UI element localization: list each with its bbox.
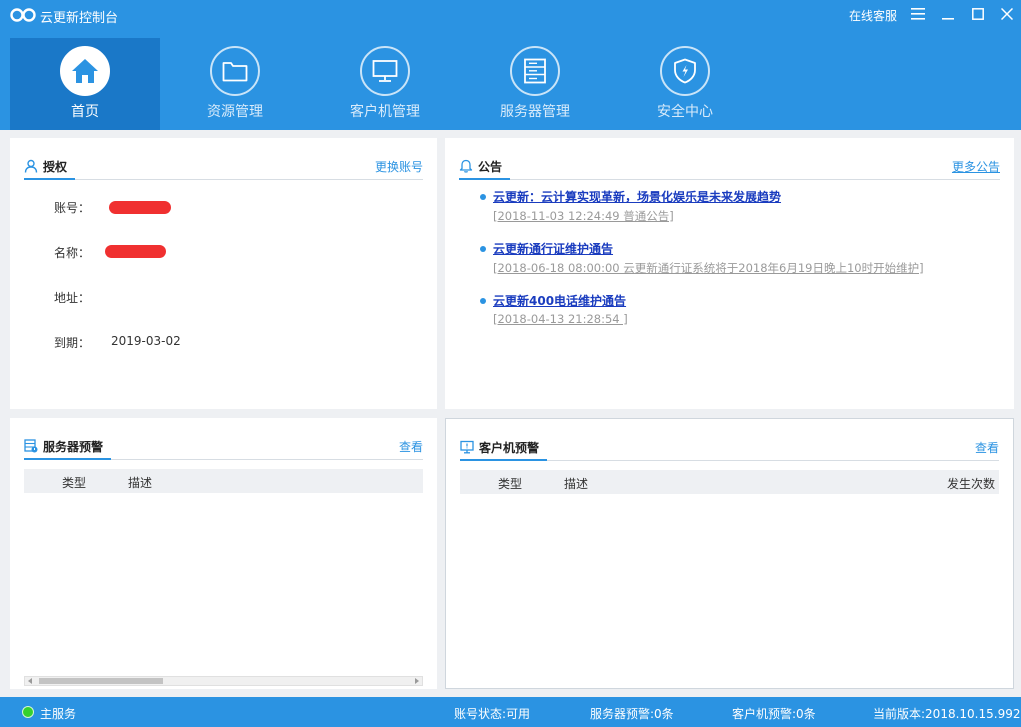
bell-icon	[459, 159, 473, 173]
monitor-icon	[372, 60, 398, 82]
notice-item[interactable]: 云更新通行证维护通告 [2018-06-18 08:00:00 云更新通行证系统…	[480, 240, 924, 276]
name-label: 名称：	[54, 246, 91, 260]
server-alerts-title: 服务器预警	[24, 434, 112, 460]
account-value-redacted	[109, 201, 171, 214]
notice-meta[interactable]: [2018-11-03 12:24:49 普通公告]	[493, 208, 781, 224]
status-bar: 主服务 账号状态:可用 服务器预警:0条 客户机预警:0条 当前版本:2018.…	[0, 697, 1021, 727]
nav-home[interactable]: 首页	[10, 38, 160, 130]
app-header: 云更新控制台 在线客服 首页 资源管理 客户机管理 服务器管理 安全中心	[0, 0, 1021, 130]
notice-panel-title: 公告	[459, 154, 511, 180]
column-header-occurrences[interactable]: 发生次数	[947, 475, 995, 492]
scrollbar-thumb[interactable]	[39, 678, 163, 684]
server-alerts-table-header: 类型 描述	[24, 469, 423, 493]
folder-icon	[222, 62, 248, 82]
nav-security-label: 安全中心	[657, 104, 713, 120]
maximize-button[interactable]	[966, 3, 990, 25]
menu-button[interactable]	[906, 3, 930, 25]
notice-item[interactable]: 云更新400电话维护通告 [2018-04-13 21:28:54 ]	[480, 292, 628, 326]
notice-meta[interactable]: [2018-04-13 21:28:54 ]	[493, 312, 628, 326]
app-logo-icon	[10, 8, 36, 22]
user-icon	[24, 159, 38, 173]
nav-servers[interactable]: 服务器管理	[460, 38, 610, 130]
view-server-alerts-link[interactable]: 查看	[399, 438, 423, 455]
client-alerts-table-header: 类型 描述 发生次数	[460, 470, 999, 494]
current-version: 当前版本:2018.10.15.9929	[873, 707, 1021, 721]
auth-panel-title: 授权	[24, 154, 76, 180]
service-status-indicator-icon	[22, 706, 34, 718]
server-alert-icon	[24, 439, 38, 453]
column-header-type[interactable]: 类型	[62, 474, 86, 491]
column-header-type[interactable]: 类型	[498, 475, 522, 492]
address-label: 地址：	[54, 291, 91, 305]
auth-panel: 授权 更换账号 账号： 名称： 地址： 到期： 2019-03-02	[10, 138, 437, 409]
client-alerts-panel: 客户机预警 查看 类型 描述 发生次数	[445, 418, 1014, 689]
online-service-link[interactable]: 在线客服	[849, 7, 897, 24]
main-nav: 首页 资源管理 客户机管理 服务器管理 安全中心	[10, 38, 760, 130]
notice-item[interactable]: 云更新：云计算实现革新，场景化娱乐是未来发展趋势 [2018-11-03 12:…	[480, 188, 781, 224]
view-client-alerts-link[interactable]: 查看	[975, 439, 999, 456]
server-alerts-panel: 服务器预警 查看 类型 描述	[10, 418, 437, 689]
client-alerts-count: 客户机预警:0条	[732, 707, 816, 721]
close-icon	[1001, 8, 1013, 20]
notice-title[interactable]: 云更新通行证维护通告	[493, 240, 924, 257]
scroll-right-arrow-icon[interactable]	[415, 678, 419, 684]
nav-clients-label: 客户机管理	[350, 104, 420, 120]
maximize-icon	[972, 8, 984, 20]
minimize-icon	[942, 18, 954, 20]
more-notices-link[interactable]: 更多公告	[952, 158, 1000, 175]
title-bar: 云更新控制台 在线客服	[0, 0, 1021, 30]
expiry-value: 2019-03-02	[111, 334, 181, 348]
client-alert-icon	[460, 440, 474, 454]
server-icon	[524, 58, 546, 84]
account-status: 账号状态:可用	[454, 707, 531, 721]
minimize-button[interactable]	[936, 3, 960, 25]
nav-servers-label: 服务器管理	[500, 104, 570, 120]
switch-account-link[interactable]: 更换账号	[375, 158, 423, 175]
hamburger-icon	[911, 8, 925, 20]
main-service-status: 主服务	[40, 707, 77, 721]
column-header-description[interactable]: 描述	[564, 475, 588, 492]
app-title: 云更新控制台	[40, 11, 119, 26]
nav-resources[interactable]: 资源管理	[160, 38, 310, 130]
column-header-description[interactable]: 描述	[128, 474, 152, 491]
notice-title[interactable]: 云更新：云计算实现革新，场景化娱乐是未来发展趋势	[493, 188, 781, 205]
account-label: 账号：	[54, 201, 91, 215]
expiry-label: 到期：	[54, 336, 91, 350]
scroll-left-arrow-icon[interactable]	[28, 678, 32, 684]
notice-panel: 公告 更多公告 云更新：云计算实现革新，场景化娱乐是未来发展趋势 [2018-1…	[445, 138, 1014, 409]
nav-security[interactable]: 安全中心	[610, 38, 760, 130]
horizontal-scrollbar[interactable]	[24, 676, 423, 686]
notice-title[interactable]: 云更新400电话维护通告	[493, 292, 628, 309]
nav-home-label: 首页	[71, 104, 99, 120]
nav-resources-label: 资源管理	[207, 104, 263, 120]
client-alerts-title: 客户机预警	[460, 435, 548, 461]
shield-icon	[674, 58, 696, 84]
name-value-redacted	[105, 245, 166, 258]
home-icon	[72, 59, 98, 83]
close-button[interactable]	[995, 3, 1019, 25]
server-alerts-count: 服务器预警:0条	[590, 707, 674, 721]
nav-clients[interactable]: 客户机管理	[310, 38, 460, 130]
notice-meta[interactable]: [2018-06-18 08:00:00 云更新通行证系统将于2018年6月19…	[493, 260, 924, 276]
